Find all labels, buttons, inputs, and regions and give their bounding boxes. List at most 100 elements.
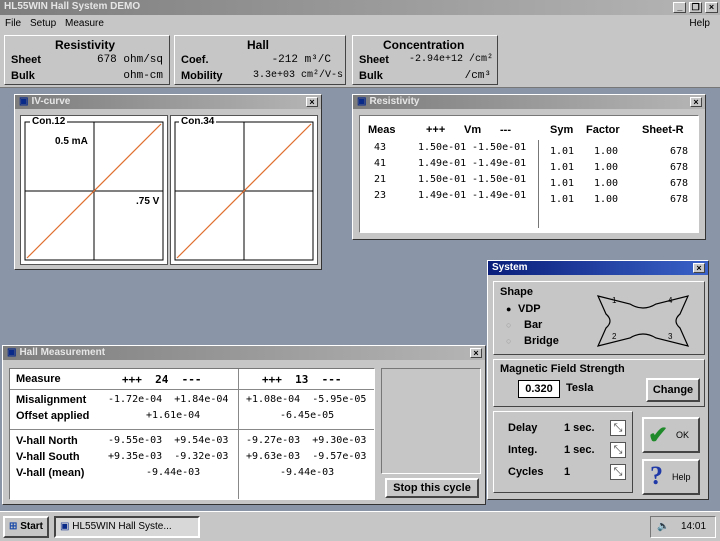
menu-help[interactable]: Help [689,15,710,32]
resistivity-summary-title: Resistivity [55,38,116,52]
divider [10,389,374,390]
misalignment-c2: +1.08e-04 -5.95e-05 [246,394,367,405]
timing-group: Delay 1 sec. ⤡ Integ. 1 sec. ⤡ Cycles 1 … [493,411,633,493]
delay-edit-icon[interactable]: ⤡ [610,420,626,436]
menu-file[interactable]: File [5,15,21,32]
resistivity-summary: Resistivity Sheet 678 ohm/sq Bulk ohm-cm [4,35,170,85]
iv-plot-right-svg [174,121,314,261]
iv-left-label: Con.12 [30,116,68,127]
row-sheet-r: 678 [670,146,689,157]
close-icon[interactable]: × [690,97,702,107]
col-vm: Vm [464,124,482,136]
conc-bulk-value: /cm³ [464,70,491,82]
concentration-summary: Concentration Sheet -2.94e+12 /cm² Bulk … [352,35,498,85]
radio-bar-icon[interactable]: ○ [506,320,511,330]
row-factor: 1.00 [594,162,619,173]
offset-label: Offset applied [16,410,90,422]
cycles-edit-icon[interactable]: ⤡ [610,464,626,480]
taskbar-task[interactable]: ▣ HL55WIN Hall Syste... [54,516,200,538]
field-strength-input[interactable]: 0.320 [518,380,560,398]
radio-bridge-icon[interactable]: ○ [506,336,511,346]
checkmark-icon: ✔ [648,422,669,449]
delay-value: 1 sec. [564,422,595,434]
clock: 14:01 [681,521,707,532]
sheet-label: Sheet [11,54,41,66]
row-meas: 43 [374,142,387,153]
row-sym: 1.01 [550,146,575,157]
hall-summary-title: Hall [247,38,270,52]
question-icon: ? [650,461,663,490]
table-row: 21 1.50e-01 -1.50e-01 1.01 1.00 678 [360,174,700,190]
delay-label: Delay [508,422,538,434]
task-label: HL55WIN Hall Syste... [72,521,172,532]
resistivity-titlebar[interactable]: ▣ Resistivity × [353,95,705,109]
row-meas: 21 [374,174,387,185]
vhall-south-c2: +9.63e-03 -9.57e-03 [246,451,367,462]
hall-measurement-title: Hall Measurement [19,347,106,358]
app-icon: ▣ [19,96,29,107]
hall-measurement-window: ▣ Hall Measurement × Measure +++ 24 --- +… [2,345,486,505]
measure-label: Measure [16,373,61,385]
help-label: Help [672,472,691,482]
bulk-resistivity-value: ohm-cm [123,70,163,82]
close-icon[interactable]: × [693,263,705,273]
coef-label: Coef. [181,54,209,66]
help-button[interactable]: ? Help [642,459,700,495]
row-minus: -1.49e-01 [472,158,527,169]
close-icon[interactable]: × [470,348,482,358]
sheet-resistivity-value: 678 ohm/sq [96,54,163,66]
row-plus: 1.49e-01 [418,158,467,169]
radio-vdp-icon[interactable]: ● [506,304,511,314]
vhall-north-label: V-hall North [16,435,78,447]
menu-bar: File Setup Measure Help [0,15,720,32]
ok-button[interactable]: ✔ OK [642,417,700,453]
field-unit: Tesla [566,382,594,394]
concentration-summary-title: Concentration [383,38,465,52]
windows-logo-icon: ⊞ [9,521,18,532]
table-row: 43 1.50e-01 -1.50e-01 1.01 1.00 678 [360,142,700,158]
misalignment-label: Misalignment [16,394,87,406]
offset-c1: +1.61e-04 [146,410,201,421]
system-window: System × Shape ● VDP ○ Bar ○ Bridge 1 4 … [487,260,709,500]
iv-current-label: 0.5 mA [55,136,88,147]
vhall-north-c1: -9.55e-03 +9.54e-03 [108,435,229,446]
system-titlebar[interactable]: System × [488,261,708,275]
summary-panel: Resistivity Sheet 678 ohm/sq Bulk ohm-cm… [0,32,720,88]
row-plus: 1.50e-01 [418,142,467,153]
col-sheet-r: Sheet-R [642,124,684,136]
integ-edit-icon[interactable]: ⤡ [610,442,626,458]
task-app-icon: ▣ [60,521,70,532]
hall-measurement-titlebar[interactable]: ▣ Hall Measurement × [3,346,485,360]
row-minus: -1.50e-01 [472,142,527,153]
menu-measure[interactable]: Measure [65,15,104,32]
row-sym: 1.01 [550,162,575,173]
close-icon[interactable]: × [705,2,718,13]
cycles-value: 1 [564,466,571,478]
shape-bridge[interactable]: Bridge [524,335,559,347]
shape-bar[interactable]: Bar [524,319,542,331]
app-icon: ▣ [7,347,17,358]
minimize-icon[interactable]: _ [673,2,687,13]
iv-curve-titlebar[interactable]: ▣ IV-curve × [15,95,321,109]
divider [10,429,374,430]
shape-vdp[interactable]: VDP [518,303,541,315]
row-plus: 1.49e-01 [418,190,467,201]
iv-right-label: Con.34 [179,116,217,127]
menu-setup[interactable]: Setup [30,15,56,32]
row-meas: 41 [374,158,387,169]
col-plus: +++ [426,124,446,136]
integ-label: Integ. [508,444,538,456]
iv-curve-window: ▣ IV-curve × Con.12 0.5 mA .75 V Con.34 [14,94,322,270]
contact-4: 4 [668,296,673,305]
stop-cycle-button[interactable]: Stop this cycle [385,478,479,498]
resistivity-table: Meas +++ Vm --- Sym Factor Sheet-R 43 1.… [359,115,699,233]
restore-icon[interactable]: ❐ [689,2,703,13]
field-group: Magnetic Field Strength 0.320 Tesla Chan… [493,359,705,407]
start-button[interactable]: ⊞ Start [3,516,49,538]
change-button[interactable]: Change [646,378,700,402]
speaker-icon[interactable]: 🔈 [657,517,669,537]
contact-3: 3 [668,332,673,341]
hall-summary: Hall Coef. -212 m³/C Mobility 3.3e+03 cm… [174,35,346,85]
iv-plot-left: Con.12 0.5 mA .75 V [20,115,168,265]
close-icon[interactable]: × [306,97,318,107]
